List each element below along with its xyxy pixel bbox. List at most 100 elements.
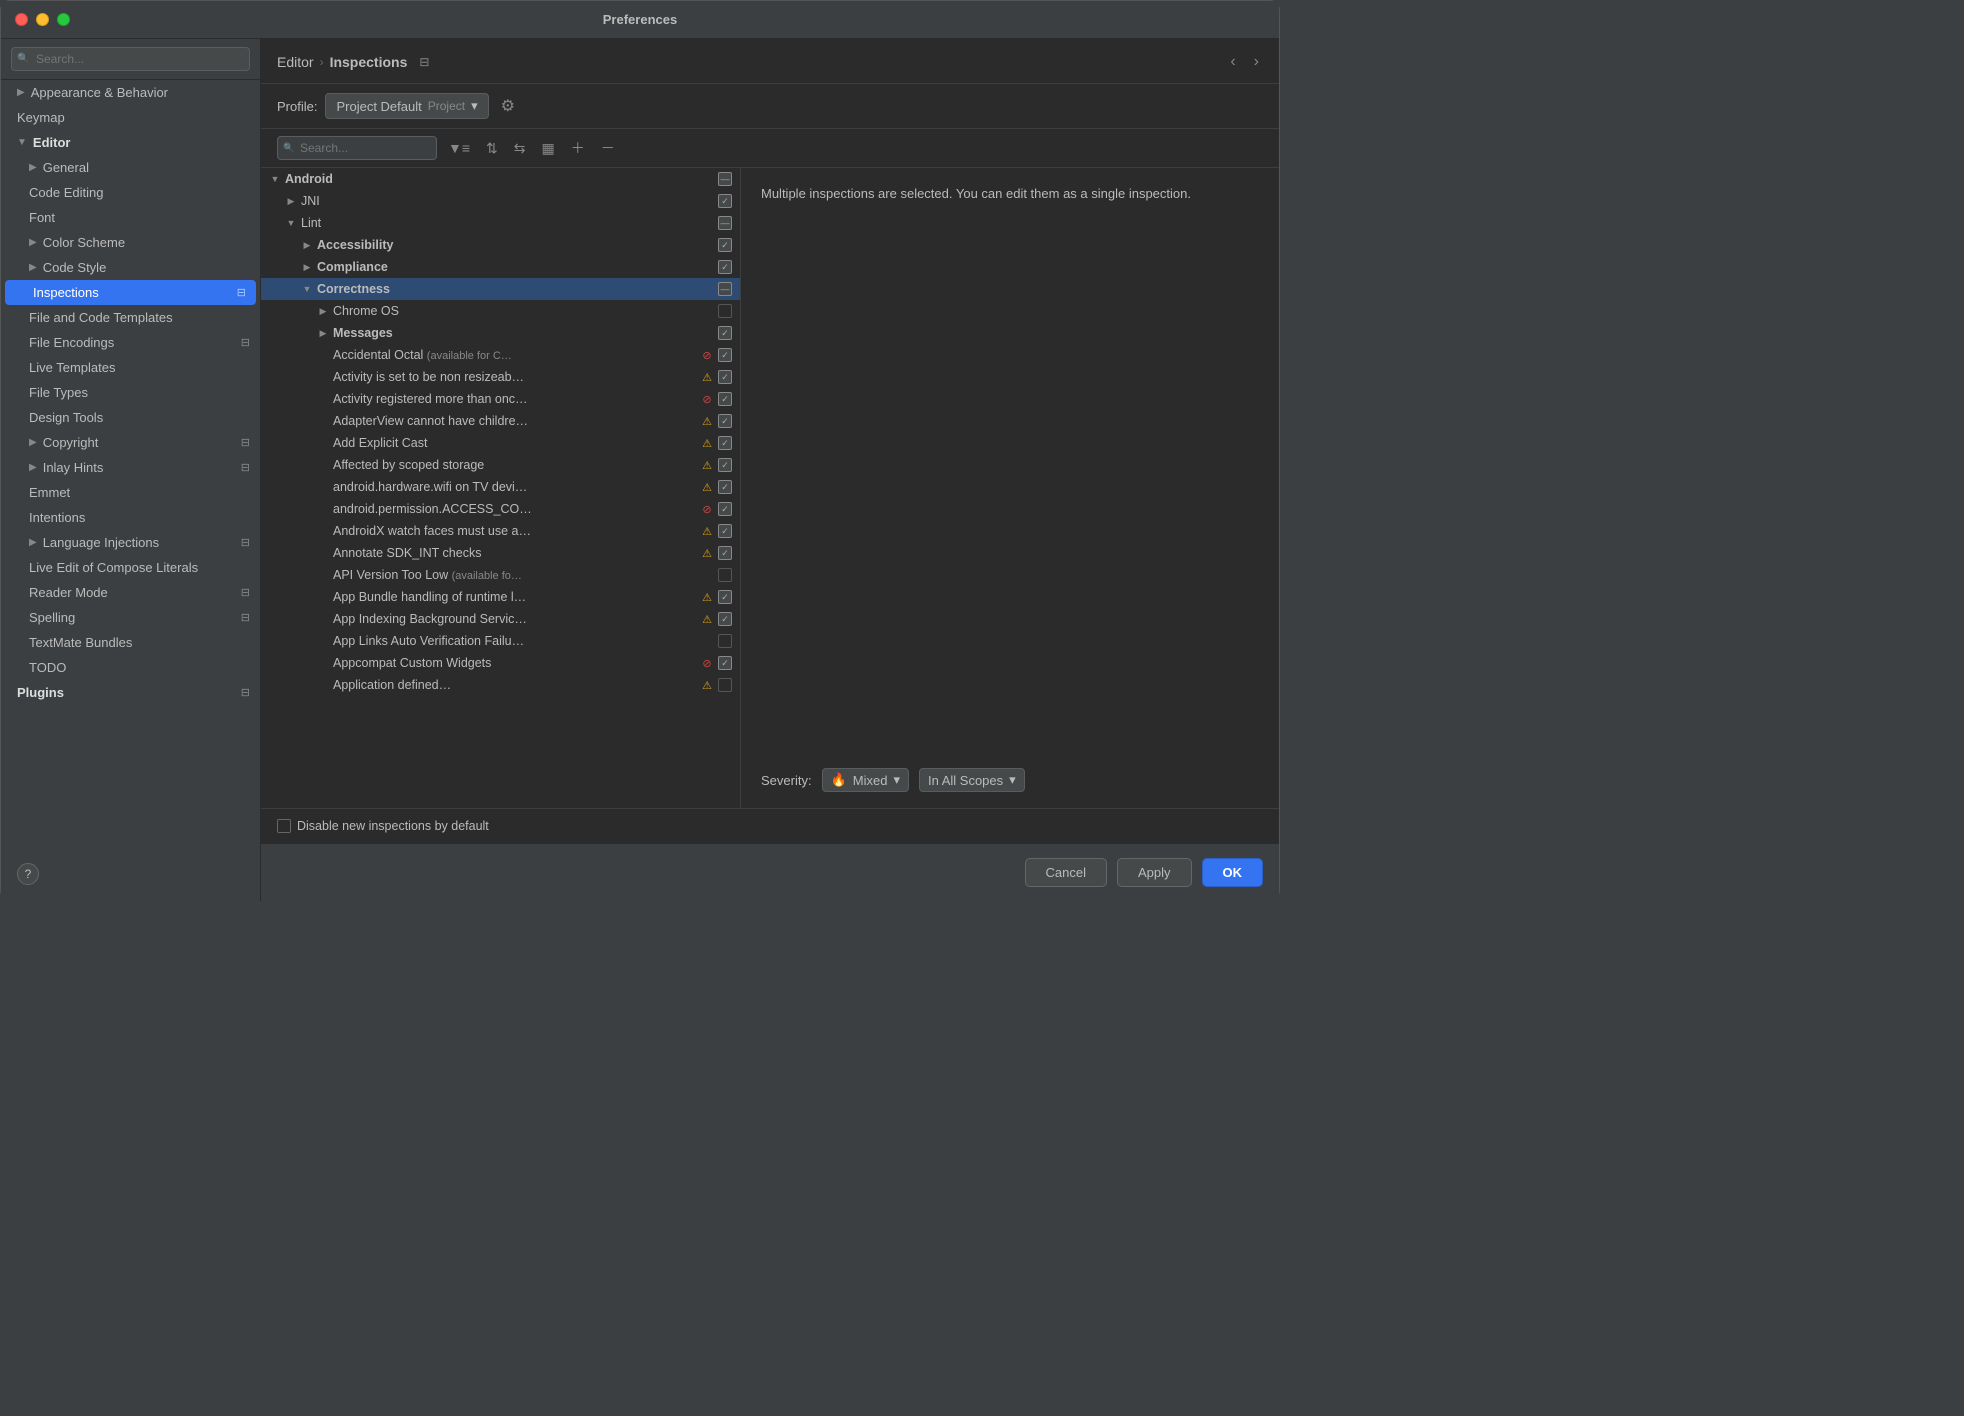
insp-item-app-indexing[interactable]: ▶ App Indexing Background Servic… ⚠ [261, 608, 740, 630]
insp-item-hardware-wifi[interactable]: ▶ android.hardware.wifi on TV devi… ⚠ [261, 476, 740, 498]
insp-item-app-links[interactable]: ▶ App Links Auto Verification Failu… [261, 630, 740, 652]
sidebar-item-language-injections[interactable]: ▶ Language Injections ⊟ [1, 530, 260, 555]
insp-checkbox[interactable] [718, 634, 732, 648]
nav-back-button[interactable]: ‹ [1226, 51, 1239, 73]
sidebar-item-appearance[interactable]: ▶ Appearance & Behavior [1, 80, 260, 105]
apply-button[interactable]: Apply [1117, 858, 1192, 887]
nav-forward-button[interactable]: › [1250, 51, 1263, 73]
insp-item-android[interactable]: ▼ Android [261, 168, 740, 190]
sidebar-item-code-style[interactable]: ▶ Code Style [1, 255, 260, 280]
insp-item-permission-access[interactable]: ▶ android.permission.ACCESS_CO… ⊘ [261, 498, 740, 520]
cancel-button[interactable]: Cancel [1025, 858, 1107, 887]
sidebar-item-reader-mode[interactable]: Reader Mode ⊟ [1, 580, 260, 605]
sidebar-item-file-encodings[interactable]: File Encodings ⊟ [1, 330, 260, 355]
insp-item-activity-non-resize[interactable]: ▶ Activity is set to be non resizeab… ⚠ [261, 366, 740, 388]
sidebar-item-todo[interactable]: TODO [1, 655, 260, 680]
sidebar-item-editor[interactable]: ▼ Editor [1, 130, 260, 155]
insp-checkbox-jni[interactable] [718, 194, 732, 208]
insp-checkbox[interactable] [718, 678, 732, 692]
insp-item-correctness[interactable]: ▼ Correctness [261, 278, 740, 300]
insp-checkbox-android[interactable] [718, 172, 732, 186]
sidebar-item-textmate-bundles[interactable]: TextMate Bundles [1, 630, 260, 655]
insp-item-application-defined[interactable]: ▶ Application defined… ⚠ [261, 674, 740, 696]
insp-checkbox[interactable] [718, 612, 732, 626]
sidebar-item-inspections[interactable]: Inspections ⊟ [5, 280, 256, 305]
minimize-button[interactable] [36, 13, 49, 26]
insp-item-appcompat-custom[interactable]: ▶ Appcompat Custom Widgets ⊘ [261, 652, 740, 674]
insp-item-chromeos[interactable]: ▶ Chrome OS [261, 300, 740, 322]
group-button[interactable]: ▦ [537, 137, 560, 160]
profile-dropdown[interactable]: Project Default Project ▾ [325, 93, 488, 119]
collapse-all-button[interactable]: ⇆ [509, 137, 531, 160]
sidebar-item-label: TextMate Bundles [29, 635, 132, 650]
insp-checkbox[interactable] [718, 546, 732, 560]
main-content: Editor › Inspections ⊟ ‹ › Profile: Proj… [261, 39, 1279, 901]
filter-button[interactable]: ▼≡ [443, 137, 475, 159]
insp-checkbox[interactable] [718, 348, 732, 362]
insp-checkbox[interactable] [718, 414, 732, 428]
help-button[interactable]: ? [17, 863, 39, 885]
insp-item-jni[interactable]: ▶ JNI [261, 190, 740, 212]
inspection-search-input[interactable] [277, 136, 437, 160]
sidebar-item-file-types[interactable]: File Types [1, 380, 260, 405]
sidebar-item-color-scheme[interactable]: ▶ Color Scheme [1, 230, 260, 255]
insp-checkbox[interactable] [718, 436, 732, 450]
insp-item-compliance[interactable]: ▶ Compliance [261, 256, 740, 278]
sidebar-item-code-editing[interactable]: Code Editing [1, 180, 260, 205]
insp-checkbox-lint[interactable] [718, 216, 732, 230]
sidebar-item-design-tools[interactable]: Design Tools [1, 405, 260, 430]
insp-checkbox[interactable] [718, 524, 732, 538]
sidebar-item-inlay-hints[interactable]: ▶ Inlay Hints ⊟ [1, 455, 260, 480]
insp-checkbox[interactable] [718, 568, 732, 582]
insp-checkbox-chromeos[interactable] [718, 304, 732, 318]
insp-item-messages[interactable]: ▶ Messages [261, 322, 740, 344]
sidebar-item-live-edit-compose[interactable]: Live Edit of Compose Literals [1, 555, 260, 580]
insp-checkbox-accessibility[interactable] [718, 238, 732, 252]
sidebar-item-plugins[interactable]: Plugins ⊟ [1, 680, 260, 705]
insp-checkbox[interactable] [718, 392, 732, 406]
breadcrumb: Editor › Inspections ⊟ [277, 54, 429, 70]
sidebar-item-general[interactable]: ▶ General [1, 155, 260, 180]
insp-item-accessibility[interactable]: ▶ Accessibility [261, 234, 740, 256]
insp-item-api-version-low[interactable]: ▶ API Version Too Low (available fo… [261, 564, 740, 586]
insp-item-adapterview[interactable]: ▶ AdapterView cannot have childre… ⚠ [261, 410, 740, 432]
insp-item-annotate-sdk[interactable]: ▶ Annotate SDK_INT checks ⚠ [261, 542, 740, 564]
insp-item-scoped-storage[interactable]: ▶ Affected by scoped storage ⚠ [261, 454, 740, 476]
profile-toolbar: Profile: Project Default Project ▾ ⚙ [261, 84, 1279, 129]
disable-new-inspections-label[interactable]: Disable new inspections by default [277, 819, 489, 833]
sidebar-search-input[interactable] [11, 47, 250, 71]
insp-item-app-bundle[interactable]: ▶ App Bundle handling of runtime l… ⚠ [261, 586, 740, 608]
insp-checkbox-correctness[interactable] [718, 282, 732, 296]
disable-inspections-checkbox[interactable] [277, 819, 291, 833]
sidebar-item-spelling[interactable]: Spelling ⊟ [1, 605, 260, 630]
insp-item-explicit-cast[interactable]: ▶ Add Explicit Cast ⚠ [261, 432, 740, 454]
insp-checkbox-messages[interactable] [718, 326, 732, 340]
close-button[interactable] [15, 13, 28, 26]
remove-button[interactable]: － [596, 135, 620, 161]
insp-checkbox[interactable] [718, 590, 732, 604]
sidebar-item-file-code-templates[interactable]: File and Code Templates [1, 305, 260, 330]
insp-checkbox-compliance[interactable] [718, 260, 732, 274]
expand-all-button[interactable]: ⇅ [481, 137, 503, 160]
scope-dropdown[interactable]: In All Scopes ▾ [919, 768, 1025, 792]
insp-item-androidx-watch[interactable]: ▶ AndroidX watch faces must use a… ⚠ [261, 520, 740, 542]
severity-dropdown[interactable]: 🔥 Mixed ▾ [822, 768, 909, 792]
add-button[interactable]: ＋ [566, 135, 590, 161]
sidebar-item-font[interactable]: Font [1, 205, 260, 230]
sidebar-item-copyright[interactable]: ▶ Copyright ⊟ [1, 430, 260, 455]
insp-checkbox[interactable] [718, 458, 732, 472]
insp-checkbox[interactable] [718, 480, 732, 494]
maximize-button[interactable] [57, 13, 70, 26]
sidebar-item-keymap[interactable]: Keymap [1, 105, 260, 130]
insp-checkbox[interactable] [718, 656, 732, 670]
sidebar-item-intentions[interactable]: Intentions [1, 505, 260, 530]
sidebar-item-live-templates[interactable]: Live Templates [1, 355, 260, 380]
insp-item-activity-registered[interactable]: ▶ Activity registered more than onc… ⊘ [261, 388, 740, 410]
insp-item-lint[interactable]: ▼ Lint [261, 212, 740, 234]
insp-item-accidental-octal[interactable]: ▶ Accidental Octal (available for C… ⊘ [261, 344, 740, 366]
profile-gear-button[interactable]: ⚙ [497, 92, 519, 120]
insp-checkbox[interactable] [718, 502, 732, 516]
sidebar-item-emmet[interactable]: Emmet [1, 480, 260, 505]
ok-button[interactable]: OK [1202, 858, 1264, 887]
insp-checkbox[interactable] [718, 370, 732, 384]
